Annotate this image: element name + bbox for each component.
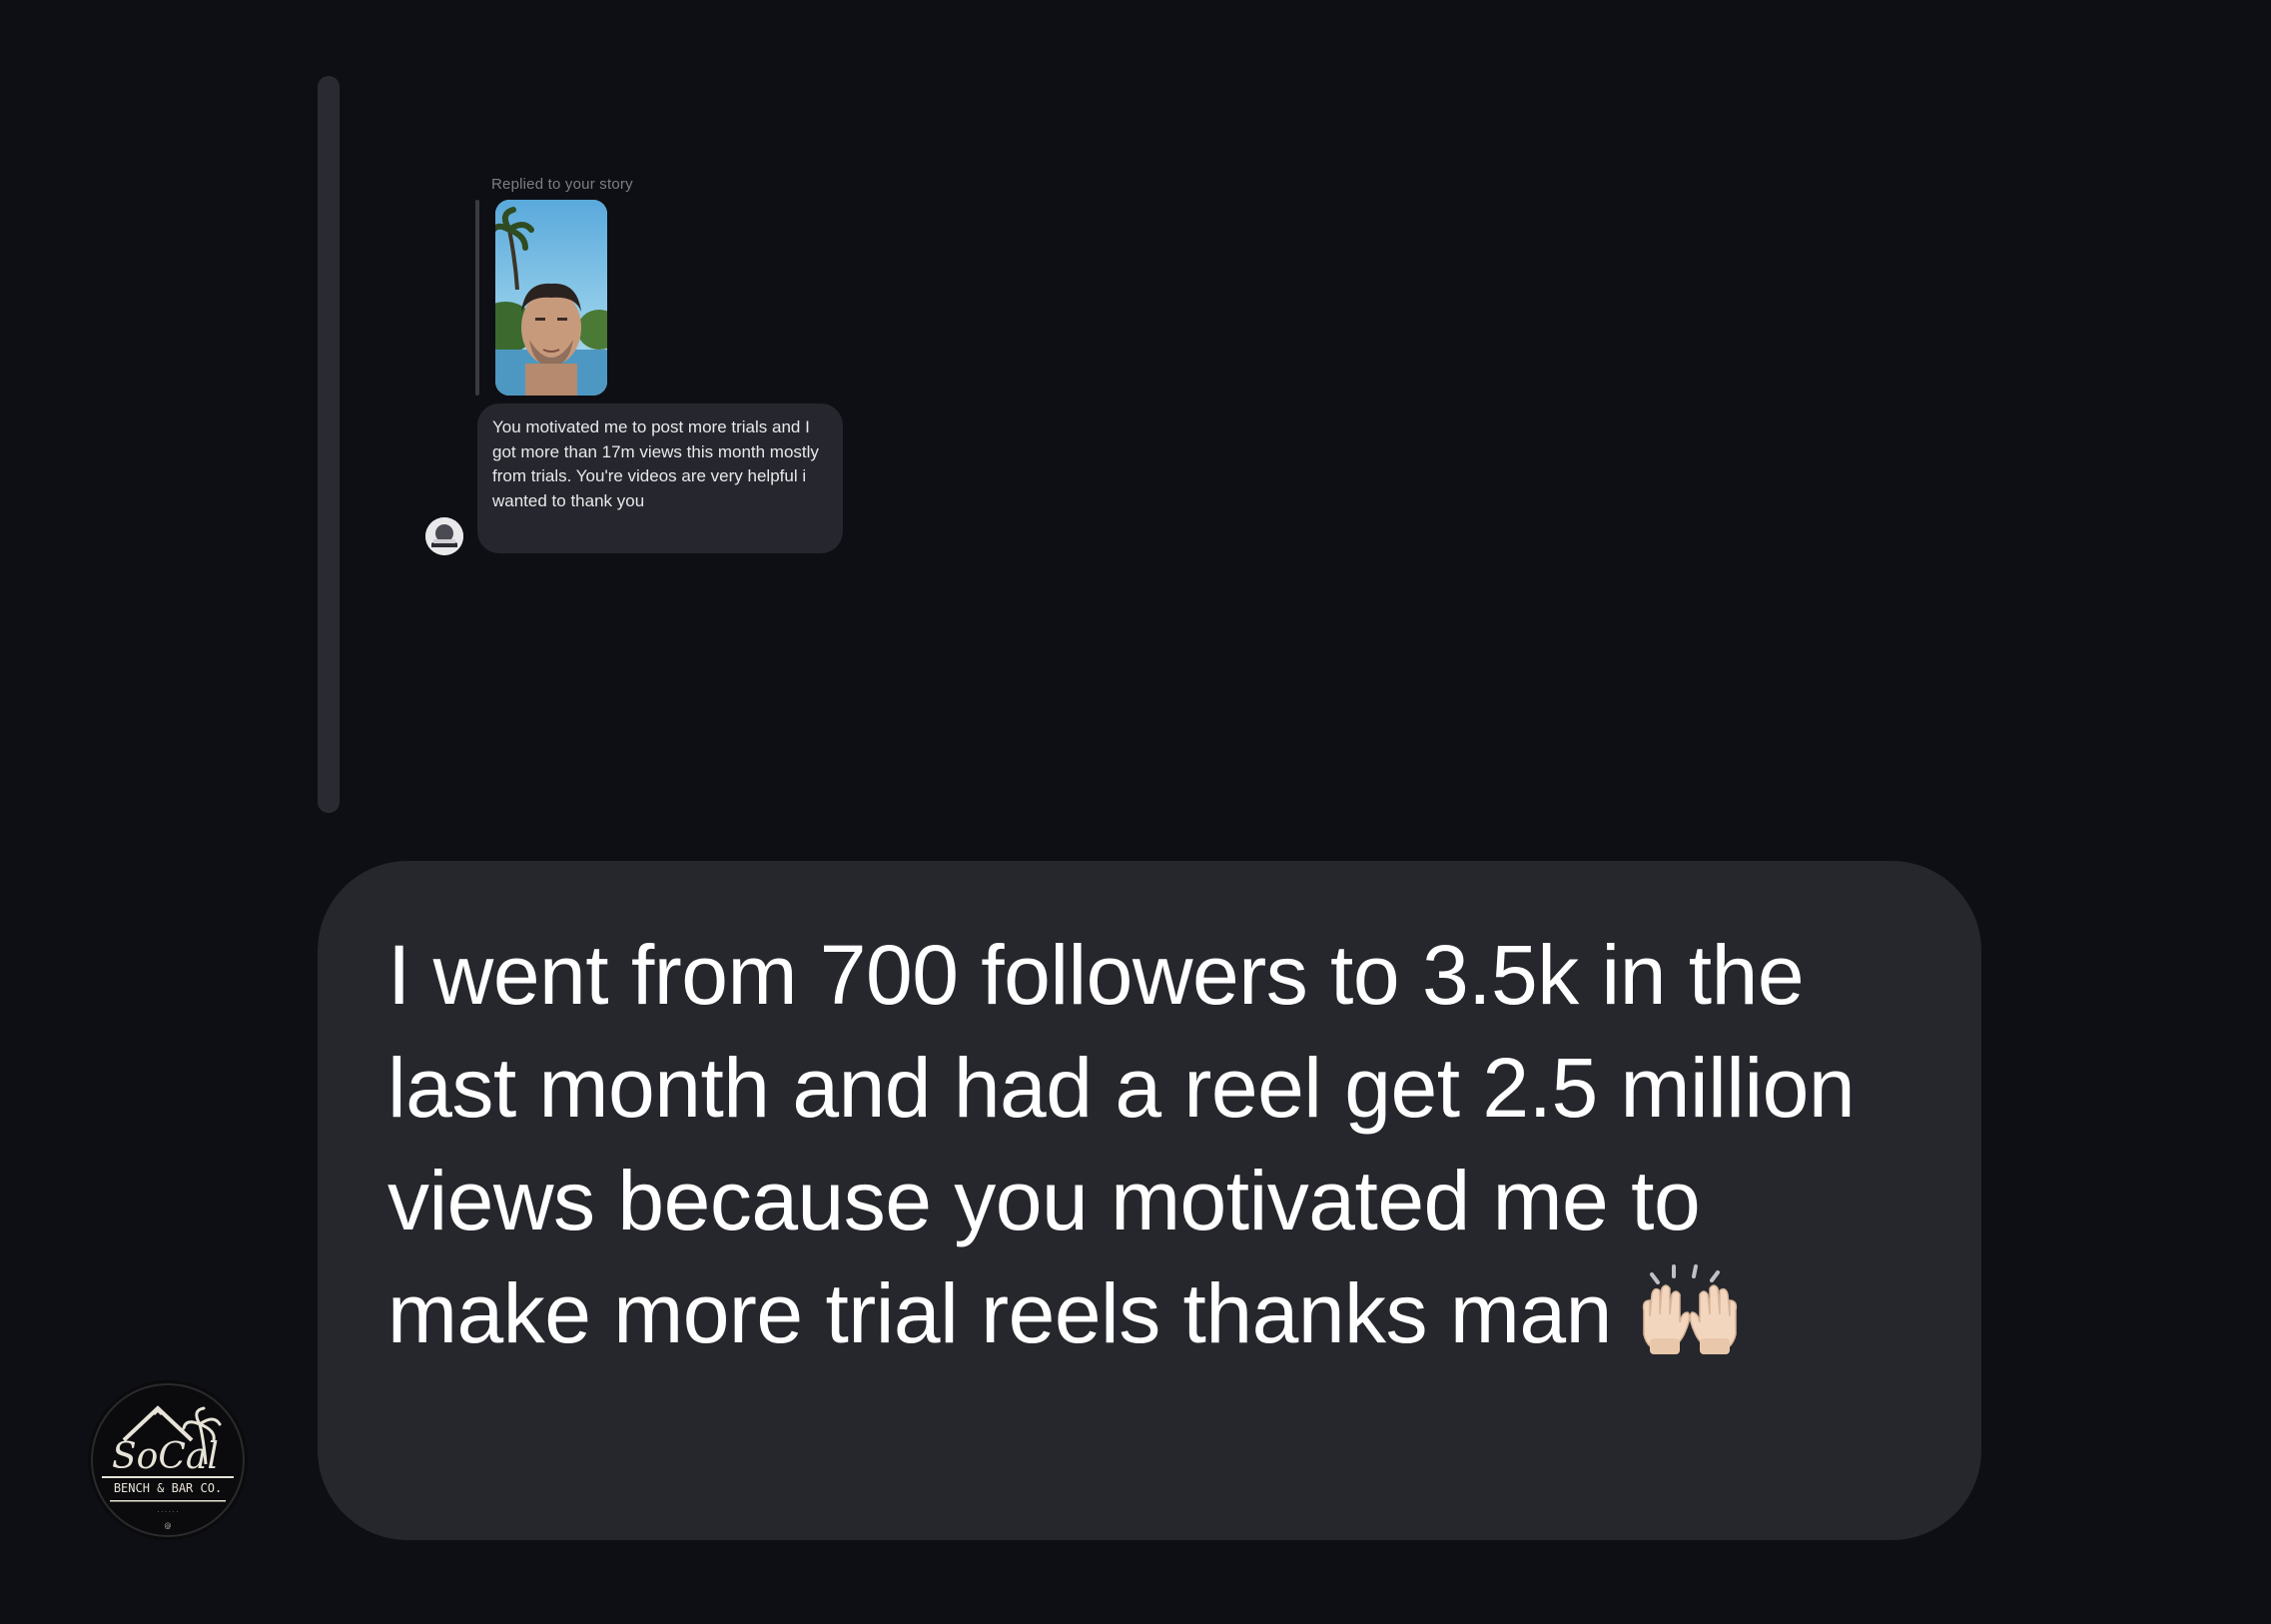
- svg-text:· · · · · ·: · · · · · ·: [158, 1509, 179, 1516]
- story-reply-message: You motivated me to post more trials and…: [477, 404, 843, 553]
- sender-avatar[interactable]: SoCal BENCH & BAR CO. · · · · · · @: [88, 1380, 248, 1540]
- dm-thread: Replied to your story You motivated me t…: [0, 0, 2271, 1624]
- replied-to-story-label: Replied to your story: [491, 176, 633, 193]
- raising-hands-icon: [1630, 1260, 1750, 1384]
- sender-small-avatar[interactable]: [425, 517, 463, 555]
- story-reply-line: [475, 200, 479, 396]
- story-photo: [495, 200, 607, 396]
- logo-wordmark: SoCal: [112, 1436, 219, 1477]
- message-bubble: I went from 700 followers to 3.5k in the…: [318, 861, 1981, 1540]
- story-thumbnail[interactable]: [495, 200, 607, 396]
- socal-logo: SoCal BENCH & BAR CO. · · · · · · @: [88, 1380, 248, 1540]
- small-avatar-image: [425, 517, 463, 555]
- quoted-thread-bar: [318, 76, 340, 813]
- svg-text:@: @: [165, 1522, 172, 1530]
- logo-subtext: BENCH & BAR CO.: [114, 1481, 222, 1495]
